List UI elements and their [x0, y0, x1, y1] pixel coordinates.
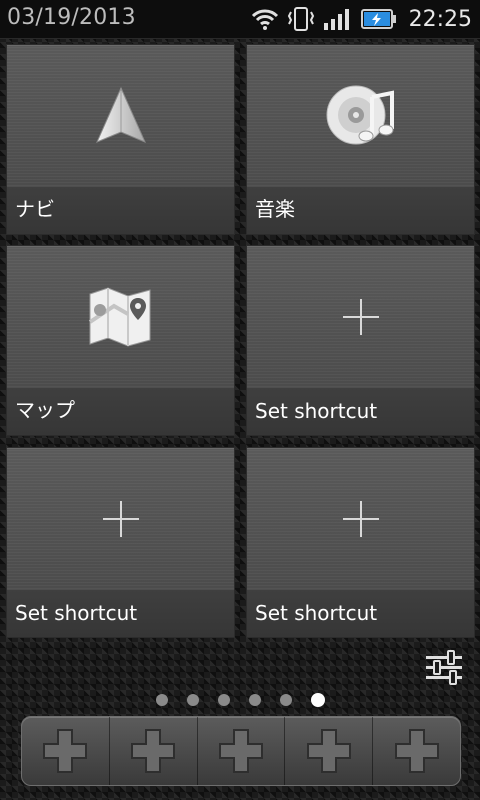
page-dot[interactable]: [248, 694, 261, 706]
page-indicator[interactable]: [0, 693, 480, 710]
tile-label: Set shortcut: [255, 601, 378, 625]
dock-add-button[interactable]: [373, 717, 460, 785]
signal-icon: [323, 9, 349, 30]
navigation-arrow-icon: [95, 86, 146, 143]
tile-label: Set shortcut: [15, 601, 138, 625]
tile-label: Set shortcut: [255, 399, 378, 423]
dock-add-button[interactable]: [285, 717, 374, 785]
settings-button[interactable]: [424, 648, 464, 688]
tile-set-shortcut[interactable]: Set shortcut: [6, 447, 235, 638]
wifi-icon: [251, 9, 278, 30]
dock: [21, 716, 461, 786]
dock-add-button[interactable]: [198, 717, 286, 785]
sliders-icon: [426, 650, 462, 685]
tile-label-bar: Set shortcut: [247, 387, 474, 435]
tile-maps[interactable]: マップ: [6, 245, 235, 436]
maps-icon: [88, 287, 150, 347]
page-dot[interactable]: [155, 694, 168, 706]
add-icon: [394, 729, 439, 773]
add-icon: [43, 729, 88, 773]
status-time: 22:25: [408, 6, 472, 32]
dock-add-button[interactable]: [22, 717, 110, 785]
plus-icon: [342, 299, 379, 335]
tile-set-shortcut[interactable]: Set shortcut: [246, 447, 475, 638]
status-icons: 22:25: [251, 4, 472, 34]
dock-add-button[interactable]: [110, 717, 198, 785]
add-icon: [306, 729, 351, 773]
status-date: 03/19/2013: [7, 5, 136, 30]
tile-label-bar: ナビ: [7, 186, 234, 234]
add-icon: [218, 729, 263, 773]
page-dot-active[interactable]: [310, 693, 325, 707]
battery-charging-icon: [360, 9, 396, 29]
page-dot[interactable]: [279, 694, 292, 706]
tile-music[interactable]: 音楽: [246, 44, 475, 235]
page-dot[interactable]: [217, 694, 230, 706]
music-disc-icon: [326, 85, 394, 145]
tile-label-bar: 音楽: [247, 186, 474, 234]
tile-set-shortcut[interactable]: Set shortcut: [246, 245, 475, 436]
status-bar[interactable]: 03/19/2013 22:25: [0, 0, 480, 39]
tile-label-bar: マップ: [7, 387, 234, 435]
tile-navi[interactable]: ナビ: [6, 44, 235, 235]
plus-icon: [102, 501, 139, 537]
page-dot[interactable]: [186, 694, 199, 706]
tile-label: ナビ: [15, 197, 55, 221]
tile-label: マップ: [15, 398, 75, 422]
vibrate-icon: [287, 7, 314, 31]
tile-label: 音楽: [255, 197, 295, 221]
tile-label-bar: Set shortcut: [247, 589, 474, 637]
tile-label-bar: Set shortcut: [7, 589, 234, 637]
plus-icon: [342, 501, 379, 537]
add-icon: [131, 729, 176, 773]
